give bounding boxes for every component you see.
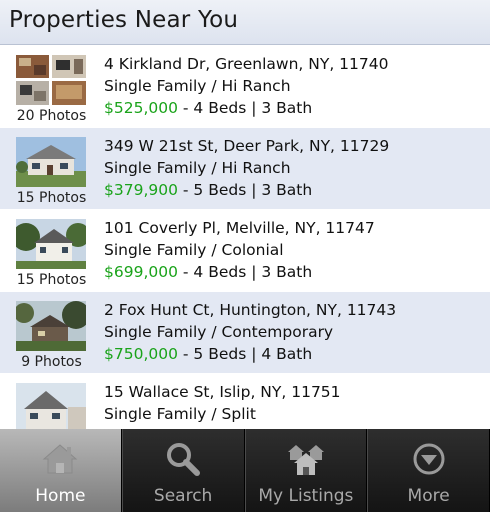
bottom-tab-bar: Home Search My Listings More: [0, 429, 490, 512]
houses-icon: [286, 439, 326, 479]
list-item[interactable]: 15 Photos 349 W 21st St, Deer Park, NY, …: [0, 128, 490, 210]
tab-my-listings[interactable]: My Listings: [244, 429, 368, 512]
tab-label: More: [407, 486, 450, 506]
listing-price: $379,900: [104, 181, 178, 199]
listing-photo: [16, 383, 86, 429]
app-header: Properties Near You: [0, 0, 490, 45]
chevron-down-circle-icon: [409, 439, 449, 479]
tab-label: Home: [35, 486, 86, 506]
listing-type: Single Family / Hi Ranch: [104, 77, 291, 95]
list-item[interactable]: 9 Photos 2 Fox Hunt Ct, Huntington, NY, …: [0, 292, 490, 374]
magnifier-icon: [163, 439, 203, 479]
listing-price-line: $699,000 - 4 Beds | 3 Bath: [104, 263, 312, 281]
listing-details: - 5 Beds | 3 Bath: [177, 181, 313, 199]
listing-price: $525,000: [104, 99, 178, 117]
tab-more[interactable]: More: [367, 429, 490, 512]
listing-photo: [16, 55, 86, 105]
photo-count: 15 Photos: [16, 272, 87, 288]
listing-type: Single Family / Hi Ranch: [104, 159, 291, 177]
home-icon: [40, 439, 80, 479]
list-item[interactable]: 15 Photos 101 Coverly Pl, Melville, NY, …: [0, 210, 490, 292]
tab-search[interactable]: Search: [121, 429, 245, 512]
photo-count: 9 Photos: [21, 354, 82, 370]
tab-home[interactable]: Home: [0, 429, 122, 512]
listing-details: - 4 Beds | 3 Bath: [177, 99, 313, 117]
tab-label: My Listings: [258, 486, 354, 506]
listing-type: Single Family / Contemporary: [104, 323, 334, 341]
listing-type: Single Family / Split: [104, 405, 256, 423]
listing-address: 101 Coverly Pl, Melville, NY, 11747: [104, 219, 375, 237]
listing-price: $699,000: [104, 263, 178, 281]
listing-price: $750,000: [104, 345, 178, 363]
photo-count: 15 Photos: [16, 190, 87, 206]
listing-photo: [16, 301, 86, 351]
listing-type: Single Family / Colonial: [104, 241, 284, 259]
listing-address: 349 W 21st St, Deer Park, NY, 11729: [104, 137, 390, 155]
listing-details: - 5 Beds | 4 Bath: [177, 345, 313, 363]
listing-price-line: $525,000 - 4 Beds | 3 Bath: [104, 99, 312, 117]
listing-photo: [16, 219, 86, 269]
photo-count: 20 Photos: [16, 108, 87, 124]
listing-address: 2 Fox Hunt Ct, Huntington, NY, 11743: [104, 301, 397, 319]
page-title: Properties Near You: [9, 7, 239, 33]
listing-address: 4 Kirkland Dr, Greenlawn, NY, 11740: [104, 55, 389, 73]
listing-price-line: $750,000 - 5 Beds | 4 Bath: [104, 345, 312, 363]
list-item[interactable]: 15 Wallace St, Islip, NY, 11751 Single F…: [0, 374, 490, 429]
listing-details: - 4 Beds | 3 Bath: [177, 263, 313, 281]
listing-address: 15 Wallace St, Islip, NY, 11751: [104, 383, 341, 401]
listings-list[interactable]: 20 Photos 4 Kirkland Dr, Greenlawn, NY, …: [0, 46, 490, 429]
list-item[interactable]: 20 Photos 4 Kirkland Dr, Greenlawn, NY, …: [0, 46, 490, 128]
tab-label: Search: [153, 486, 213, 506]
listing-photo: [16, 137, 86, 187]
listing-price-line: $379,900 - 5 Beds | 3 Bath: [104, 181, 312, 199]
